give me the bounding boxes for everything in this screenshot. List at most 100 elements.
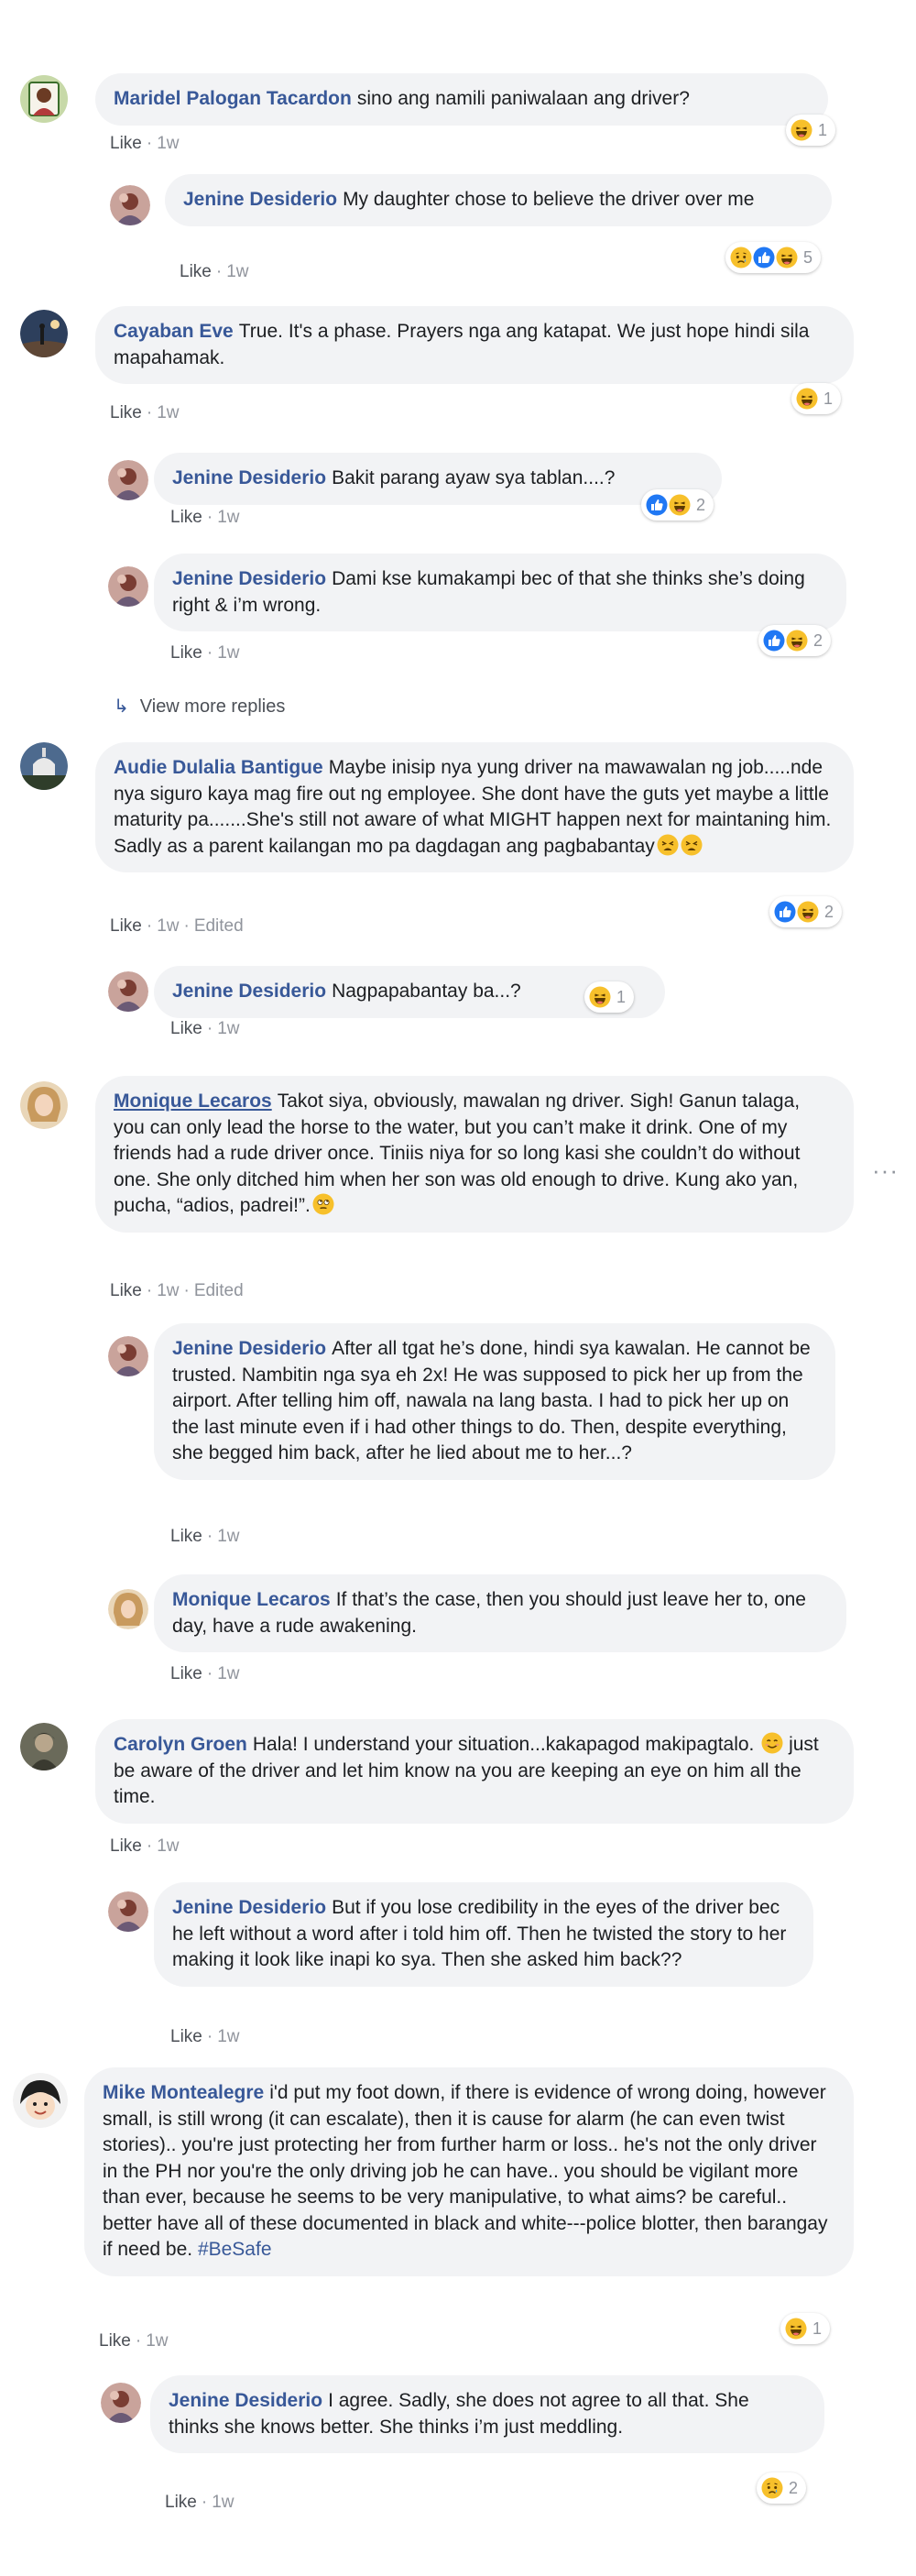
timestamp[interactable]: 1w — [212, 2493, 234, 2512]
timestamp[interactable]: 1w — [226, 262, 248, 281]
haha-icon — [589, 986, 611, 1008]
comment-meta: Like · 1w — [110, 134, 180, 153]
sad-icon — [730, 247, 752, 269]
comment-meta: Like · 1w — [170, 2027, 240, 2046]
commenter-name[interactable]: Jenine Desiderio — [172, 1897, 326, 1918]
like-link[interactable]: Like — [165, 2493, 197, 2512]
like-link[interactable]: Like — [170, 2027, 202, 2046]
like-link[interactable]: Like — [170, 643, 202, 663]
haha-icon — [791, 119, 812, 141]
avatar[interactable] — [13, 2073, 68, 2128]
like-icon — [646, 494, 668, 516]
timestamp[interactable]: 1w — [157, 916, 179, 936]
avatar[interactable] — [108, 1891, 148, 1932]
reaction-count: 2 — [824, 902, 834, 921]
commenter-name[interactable]: Jenine Desiderio — [172, 981, 326, 1002]
reactions-badge[interactable]: 5 — [725, 242, 822, 273]
timestamp[interactable]: 1w — [157, 1281, 179, 1300]
commenter-name[interactable]: Jenine Desiderio — [172, 568, 326, 589]
commenter-name[interactable]: Jenine Desiderio — [183, 189, 337, 210]
timestamp[interactable]: 1w — [217, 643, 239, 663]
like-link[interactable]: Like — [170, 508, 202, 527]
timestamp[interactable]: 1w — [157, 403, 179, 422]
reactions-badge[interactable]: 1 — [791, 383, 842, 414]
haha-icon — [796, 388, 818, 410]
like-link[interactable]: Like — [110, 403, 142, 422]
like-icon — [774, 901, 796, 923]
reactions-badge[interactable]: 2 — [758, 625, 832, 656]
reactions-badge[interactable]: 1 — [780, 2313, 831, 2344]
reaction-count: 2 — [813, 630, 823, 650]
timestamp[interactable]: 1w — [217, 508, 239, 527]
commenter-name[interactable]: Cayaban Eve — [114, 321, 234, 342]
commenter-name[interactable]: Audie Dulalia Bantigue — [114, 757, 323, 778]
avatar[interactable] — [20, 310, 68, 357]
commenter-name[interactable]: Mike Montealegre — [103, 2082, 264, 2103]
sad-icon — [761, 2477, 783, 2499]
comment-meta: Like · 1w — [170, 508, 240, 527]
edited-label[interactable]: Edited — [194, 1281, 244, 1300]
like-link[interactable]: Like — [110, 134, 142, 153]
comment-text: Nagpapabantay ba...? — [332, 981, 521, 1002]
avatar[interactable] — [110, 185, 150, 225]
edited-label[interactable]: Edited — [194, 916, 244, 936]
comment-text: Bakit parang ayaw sya tablan....? — [332, 467, 616, 488]
haha-icon — [776, 247, 798, 269]
view-more-replies-link[interactable]: ↳ View more replies — [114, 695, 285, 718]
reply-bubble: Jenine Desiderio Bakit parang ayaw sya ta… — [154, 453, 722, 505]
avatar[interactable] — [101, 2383, 141, 2423]
timestamp[interactable]: 1w — [217, 1664, 239, 1683]
timestamp[interactable]: 1w — [217, 2027, 239, 2046]
comment-text: Hala! I understand your situation...kaka… — [252, 1734, 755, 1755]
hashtag-link[interactable]: #BeSafe — [198, 2239, 272, 2260]
reaction-count: 1 — [616, 987, 627, 1006]
reactions-badge[interactable]: 2 — [641, 489, 714, 521]
comment-meta: Like · 1w — [170, 1019, 240, 1038]
timestamp[interactable]: 1w — [217, 1019, 239, 1038]
like-link[interactable]: Like — [180, 262, 212, 281]
avatar[interactable] — [20, 1081, 68, 1129]
avatar[interactable] — [108, 566, 148, 607]
reactions-badge[interactable]: 1 — [786, 115, 836, 146]
commenter-name[interactable]: Maridel Palogan Tacardon — [114, 88, 352, 109]
reactions-badge[interactable]: 1 — [584, 981, 635, 1013]
avatar[interactable] — [20, 742, 68, 790]
like-link[interactable]: Like — [170, 1664, 202, 1683]
commenter-name[interactable]: Monique Lecaros — [114, 1091, 272, 1112]
timestamp[interactable]: 1w — [157, 134, 179, 153]
commenter-name[interactable]: Carolyn Groen — [114, 1734, 247, 1755]
like-link[interactable]: Like — [170, 1527, 202, 1546]
avatar[interactable] — [20, 75, 68, 123]
reactions-badge[interactable]: 2 — [757, 2472, 807, 2504]
avatar[interactable] — [108, 1589, 148, 1629]
like-link[interactable]: Like — [99, 2331, 131, 2351]
timestamp[interactable]: 1w — [146, 2331, 168, 2351]
reply-bubble: Jenine Desiderio Dami kse kumakampi bec o… — [154, 554, 846, 631]
like-link[interactable]: Like — [110, 1281, 142, 1300]
like-icon — [753, 247, 775, 269]
comment-meta: Like · 1w · Edited — [110, 916, 244, 936]
timestamp[interactable]: 1w — [157, 1836, 179, 1856]
commenter-name[interactable]: Monique Lecaros — [172, 1589, 331, 1610]
avatar[interactable] — [108, 460, 148, 500]
avatar[interactable] — [108, 1336, 148, 1376]
reactions-badge[interactable]: 2 — [769, 896, 843, 927]
commenter-name[interactable]: Jenine Desiderio — [172, 467, 326, 488]
commenter-name[interactable]: Jenine Desiderio — [172, 1338, 326, 1359]
avatar[interactable] — [108, 971, 148, 1012]
comment-meta: Like · 1w — [99, 2331, 169, 2351]
comment-meta: Like · 1w — [180, 262, 249, 281]
reaction-count: 5 — [803, 247, 813, 267]
like-link[interactable]: Like — [110, 1836, 142, 1856]
comment-meta: Like · 1w — [170, 1527, 240, 1546]
commenter-name[interactable]: Jenine Desiderio — [169, 2390, 322, 2411]
timestamp[interactable]: 1w — [217, 1527, 239, 1546]
reaction-count: 1 — [812, 2318, 823, 2338]
comment-meta: Like · 1w — [170, 1664, 240, 1683]
comment-meta: Like · 1w — [170, 643, 240, 663]
like-link[interactable]: Like — [170, 1019, 202, 1038]
more-options-icon[interactable]: ··· — [872, 1156, 899, 1185]
comment-meta: Like · 1w — [110, 1836, 180, 1856]
avatar[interactable] — [20, 1723, 68, 1770]
like-link[interactable]: Like — [110, 916, 142, 936]
